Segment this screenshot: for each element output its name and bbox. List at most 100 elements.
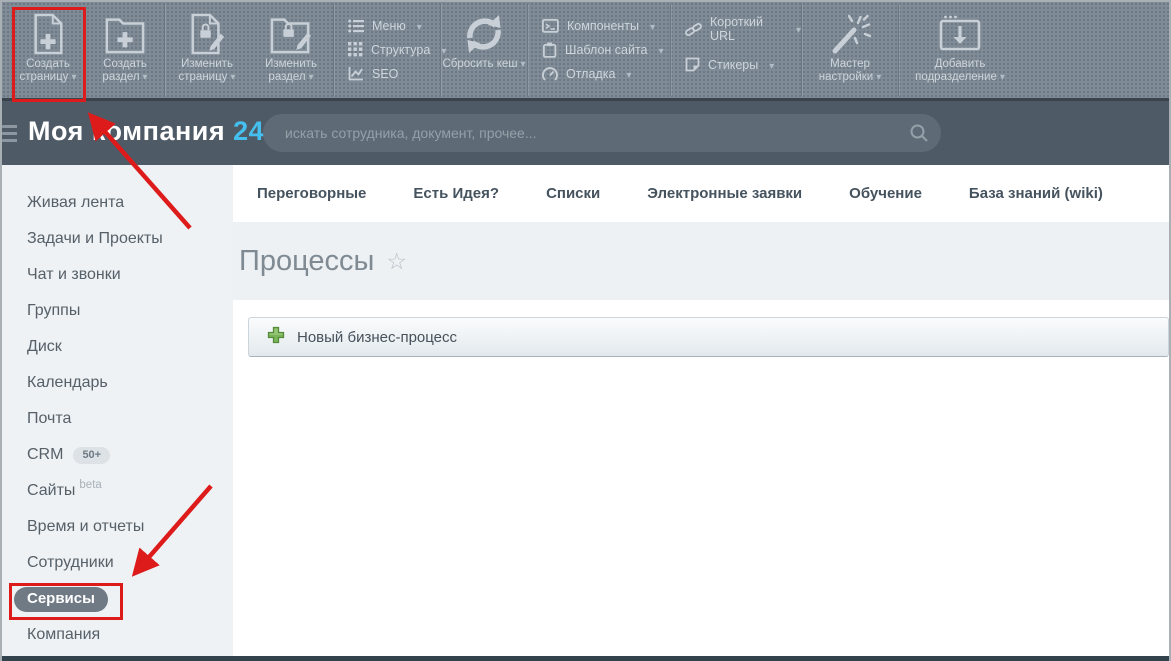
- crm-counter-badge: 50+: [73, 447, 110, 464]
- url-stickers-group: Короткий URL Стикеры: [671, 2, 801, 98]
- tab-idea[interactable]: Есть Идея?: [413, 185, 499, 202]
- dropdown-caret-icon: [227, 71, 235, 84]
- sidebar-item-sites[interactable]: Сайтыbeta: [2, 473, 233, 509]
- admin-toolbar: Создать страницу Создать раздел: [2, 2, 1169, 101]
- dropdown-caret-icon: [793, 22, 801, 36]
- tab-training[interactable]: Обучение: [849, 185, 922, 202]
- create-page-label: Создать страницу: [10, 58, 86, 84]
- sidebar: Живая лента Задачи и Проекты Чат и звонк…: [2, 165, 233, 656]
- content-panel: Новый бизнес-процесс: [233, 300, 1169, 656]
- tab-meeting-rooms[interactable]: Переговорные: [257, 185, 366, 202]
- seo-label: SEO: [372, 67, 398, 81]
- dropdown-caret-icon: [647, 19, 655, 33]
- sidebar-item-crm[interactable]: CRM50+: [2, 437, 233, 473]
- hamburger-menu-icon[interactable]: [2, 125, 17, 146]
- sidebar-item-company[interactable]: Компания: [2, 617, 233, 653]
- create-page-button[interactable]: Создать страницу: [10, 2, 86, 98]
- debug-label: Отладка: [566, 67, 615, 81]
- setup-wizard-button[interactable]: Мастер настройки: [802, 2, 898, 98]
- dropdown-caret-icon: [873, 71, 881, 84]
- favorite-star-icon[interactable]: ☆: [386, 250, 407, 273]
- dropdown-caret-icon: [306, 71, 314, 84]
- edit-page-label: Изменить страницу: [165, 58, 249, 84]
- beta-tag: beta: [79, 479, 101, 491]
- components-template-debug-group: Компоненты Шаблон сайта: [528, 2, 670, 98]
- folder-edit-icon: [268, 10, 314, 58]
- structure-grid-icon: [348, 42, 363, 57]
- components-label: Компоненты: [567, 19, 639, 33]
- short-url-label: Короткий URL: [710, 15, 785, 43]
- dropdown-caret-icon: [68, 71, 76, 84]
- page-add-icon: [29, 10, 67, 58]
- site-header: Моя компания 24: [2, 101, 1169, 165]
- sidebar-item-tasks[interactable]: Задачи и Проекты: [2, 221, 233, 257]
- window-bottom-edge: [2, 656, 1169, 661]
- tab-lists[interactable]: Списки: [546, 185, 600, 202]
- company-suffix: 24: [233, 116, 264, 146]
- short-url-button[interactable]: Короткий URL: [685, 15, 801, 43]
- sidebar-item-chat[interactable]: Чат и звонки: [2, 257, 233, 293]
- sidebar-item-mail[interactable]: Почта: [2, 401, 233, 437]
- reset-cache-label: Сбросить кеш: [442, 58, 525, 71]
- sidebar-item-services[interactable]: Сервисы: [2, 581, 233, 617]
- main-area: Переговорные Есть Идея? Списки Электронн…: [233, 165, 1169, 656]
- site-template-button[interactable]: Шаблон сайта: [542, 42, 670, 58]
- components-icon: [542, 19, 559, 33]
- sidebar-item-live-feed[interactable]: Живая лента: [2, 185, 233, 221]
- menu-structure-seo-group: Меню Структура: [334, 2, 440, 98]
- dropdown-caret-icon: [623, 67, 631, 81]
- site-template-icon: [542, 42, 557, 58]
- dropdown-caret-icon: [766, 58, 774, 72]
- page-edit-icon: [187, 10, 227, 58]
- browser-window: Создать страницу Создать раздел: [0, 0, 1171, 661]
- dropdown-caret-icon: [414, 19, 422, 33]
- create-section-button[interactable]: Создать раздел: [86, 2, 164, 98]
- sidebar-item-time[interactable]: Время и отчеты: [2, 509, 233, 545]
- dropdown-caret-icon: [656, 43, 664, 57]
- components-button[interactable]: Компоненты: [542, 19, 670, 33]
- menu-button[interactable]: Меню: [348, 19, 440, 33]
- sidebar-item-groups[interactable]: Группы: [2, 293, 233, 329]
- edit-page-button[interactable]: Изменить страницу: [165, 2, 249, 98]
- dropdown-caret-icon: [140, 71, 148, 84]
- tab-e-requests[interactable]: Электронные заявки: [647, 185, 802, 202]
- folder-add-icon: [103, 10, 147, 58]
- company-name: Моя компания: [28, 116, 225, 146]
- section-tabs: Переговорные Есть Идея? Списки Электронн…: [233, 165, 1169, 222]
- sticker-icon: [685, 57, 700, 72]
- setup-wizard-label: Мастер настройки: [802, 58, 898, 84]
- create-section-label: Создать раздел: [86, 58, 164, 84]
- tab-knowledge-base[interactable]: База знаний (wiki): [969, 185, 1103, 202]
- search-input[interactable]: [263, 125, 897, 141]
- dropdown-caret-icon: [997, 71, 1005, 84]
- green-plus-icon: [267, 326, 285, 349]
- seo-chart-icon: [348, 66, 364, 81]
- site-template-label: Шаблон сайта: [565, 43, 648, 57]
- services-selected-pill: Сервисы: [14, 587, 108, 612]
- stickers-button[interactable]: Стикеры: [685, 57, 801, 72]
- debug-button[interactable]: Отладка: [542, 67, 670, 82]
- new-business-process-button[interactable]: Новый бизнес-процесс: [248, 317, 1169, 357]
- refresh-icon: [461, 10, 507, 58]
- structure-label: Структура: [371, 43, 430, 57]
- company-logo[interactable]: Моя компания 24: [28, 116, 264, 147]
- page-title: Процессы: [239, 245, 374, 278]
- global-search: [263, 114, 941, 152]
- debug-gauge-icon: [542, 67, 558, 82]
- structure-button[interactable]: Структура: [348, 42, 440, 57]
- link-icon: [685, 22, 702, 37]
- seo-button[interactable]: SEO: [348, 66, 440, 81]
- edit-section-button[interactable]: Изменить раздел: [249, 2, 333, 98]
- add-subsection-button[interactable]: Добавить подразделение: [899, 2, 1021, 98]
- sidebar-item-employees[interactable]: Сотрудники: [2, 545, 233, 581]
- wizard-wand-icon: [827, 10, 873, 58]
- new-business-process-label: Новый бизнес-процесс: [297, 329, 457, 346]
- search-icon[interactable]: [897, 114, 941, 152]
- window-download-icon: [937, 10, 983, 58]
- dropdown-caret-icon: [518, 58, 526, 71]
- menu-list-icon: [348, 19, 364, 33]
- add-subsection-label: Добавить подразделение: [899, 58, 1021, 84]
- sidebar-item-disk[interactable]: Диск: [2, 329, 233, 365]
- sidebar-item-calendar[interactable]: Календарь: [2, 365, 233, 401]
- reset-cache-button[interactable]: Сбросить кеш: [441, 2, 527, 98]
